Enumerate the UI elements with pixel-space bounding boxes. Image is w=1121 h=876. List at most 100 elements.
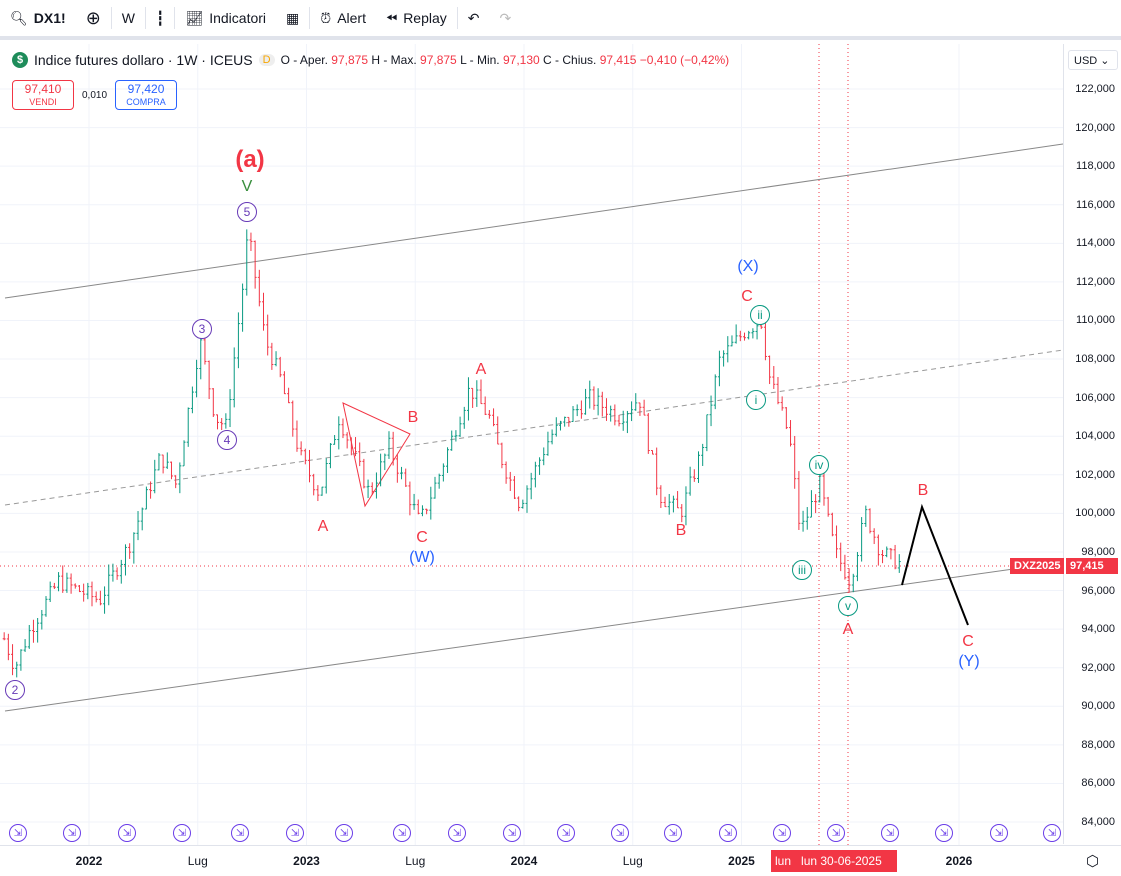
dividend-event-icon[interactable]: ⇲ — [664, 824, 682, 842]
layouts-button[interactable]: ▦ — [276, 3, 309, 33]
dividend-event-icon[interactable]: ⇲ — [335, 824, 353, 842]
candle — [688, 466, 692, 496]
alert-button[interactable]: ⏰︎ Alert — [310, 3, 376, 33]
candle — [107, 564, 111, 606]
candle — [584, 388, 588, 415]
wave-label[interactable]: C — [962, 633, 974, 651]
wave-label[interactable]: i — [746, 390, 766, 410]
wave-label[interactable]: B — [676, 522, 687, 540]
candle — [517, 496, 521, 512]
wave-label[interactable]: v — [838, 596, 858, 616]
candle — [153, 459, 157, 494]
candle — [140, 507, 144, 531]
dividend-event-icon[interactable]: ⇲ — [286, 824, 304, 842]
price-axis[interactable]: 122,000 120,000 118,000 116,000 114,000 112,0… — [1063, 44, 1121, 844]
candle — [123, 544, 127, 576]
candle — [818, 472, 822, 503]
symbol-search[interactable]: 🔍︎ DX1! — [0, 3, 76, 33]
candle — [15, 661, 19, 678]
wave-label[interactable]: (W) — [409, 549, 435, 567]
interval-button[interactable]: W — [112, 3, 145, 33]
dividend-event-icon[interactable]: ⇲ — [173, 824, 191, 842]
candle — [726, 336, 730, 363]
dividend-event-icon[interactable]: ⇲ — [63, 824, 81, 842]
dividend-event-icon[interactable]: ⇲ — [448, 824, 466, 842]
time-axis[interactable]: lun lun 30-06-2025 ⬡ 2022 Lug 2023 Lug 2024 L… — [0, 845, 1121, 876]
candle — [228, 389, 232, 428]
wave-label[interactable]: B — [408, 409, 419, 427]
candle — [282, 371, 286, 395]
wave-label[interactable]: A — [476, 361, 487, 379]
candle — [362, 458, 366, 489]
sell-button[interactable]: 97,410 VENDI — [12, 80, 74, 110]
candle — [613, 404, 617, 426]
wave-label[interactable]: 2 — [5, 680, 25, 700]
indicators-button[interactable]: 📈︎ Indicatori — [175, 3, 276, 33]
dividend-event-icon[interactable]: ⇲ — [393, 824, 411, 842]
dividend-event-icon[interactable]: ⇲ — [719, 824, 737, 842]
candle — [52, 582, 56, 589]
delay-badge[interactable]: D — [258, 54, 275, 66]
time-tick-label: 2025 — [728, 854, 755, 868]
candle — [471, 387, 475, 408]
wave-label[interactable]: 5 — [237, 202, 257, 222]
dividend-event-icon[interactable]: ⇲ — [1043, 824, 1061, 842]
wave-label[interactable]: (a) — [235, 146, 264, 174]
wave-label[interactable]: A — [843, 621, 854, 639]
wave-label[interactable]: A — [318, 518, 329, 536]
candle — [446, 447, 450, 473]
wave-label[interactable]: iii — [792, 560, 812, 580]
dividend-event-icon[interactable]: ⇲ — [935, 824, 953, 842]
candle — [144, 486, 148, 510]
price-chart[interactable] — [0, 44, 1063, 845]
wave-label[interactable]: ii — [750, 305, 770, 325]
grid — [0, 44, 1063, 845]
settings-icon[interactable]: ⬡ — [1086, 852, 1099, 870]
candle — [546, 431, 550, 456]
wave-label[interactable]: B — [918, 482, 929, 500]
dividend-event-icon[interactable]: ⇲ — [503, 824, 521, 842]
wave-label[interactable]: C — [741, 288, 753, 306]
wave-label[interactable]: V — [242, 178, 253, 196]
dividend-event-icon[interactable]: ⇲ — [827, 824, 845, 842]
compare-button[interactable]: ⊕ — [76, 3, 111, 33]
candle — [897, 554, 901, 573]
candle — [94, 591, 98, 603]
wave-label[interactable]: (X) — [737, 258, 758, 276]
candle — [596, 388, 600, 416]
wave-label[interactable]: iv — [809, 455, 829, 475]
symbol-title[interactable]: Indice futures dollaro · 1W · ICEUS — [34, 52, 253, 68]
dividend-event-icon[interactable]: ⇲ — [990, 824, 1008, 842]
candle — [889, 548, 893, 560]
time-tick-label: 2024 — [510, 854, 538, 868]
price-tick-label: 98,000 — [1081, 545, 1115, 558]
dividend-event-icon[interactable]: ⇲ — [118, 824, 136, 842]
dividend-event-icon[interactable]: ⇲ — [611, 824, 629, 842]
wave-label[interactable]: C — [416, 529, 428, 547]
price-tick-label: 102,000 — [1075, 468, 1115, 481]
candle — [11, 644, 15, 676]
candle — [458, 416, 462, 437]
dividend-event-icon[interactable]: ⇲ — [773, 824, 791, 842]
chart-type-button[interactable]: ┇ — [146, 3, 174, 33]
dividend-event-icon[interactable]: ⇲ — [881, 824, 899, 842]
replay-button[interactable]: ⏪︎ Replay — [376, 3, 457, 33]
wave-label[interactable]: 3 — [192, 319, 212, 339]
buy-button[interactable]: 97,420 COMPRA — [115, 80, 178, 110]
candle — [82, 583, 86, 602]
candle — [713, 374, 717, 410]
candle — [466, 377, 470, 421]
dividend-event-icon[interactable]: ⇲ — [231, 824, 249, 842]
dividend-event-icon[interactable]: ⇲ — [557, 824, 575, 842]
redo-button[interactable]: ↷ — [490, 3, 522, 33]
candle — [734, 324, 738, 344]
undo-button[interactable]: ↶ — [458, 3, 490, 33]
wave-label[interactable]: 4 — [217, 430, 237, 450]
candle — [136, 511, 140, 541]
candle — [462, 406, 466, 429]
candle — [835, 525, 839, 559]
dividend-event-icon[interactable]: ⇲ — [9, 824, 27, 842]
wave-label[interactable]: (Y) — [958, 653, 979, 671]
currency-select[interactable]: USD ⌄ — [1068, 50, 1118, 70]
price-tick-label: 112,000 — [1076, 275, 1115, 288]
